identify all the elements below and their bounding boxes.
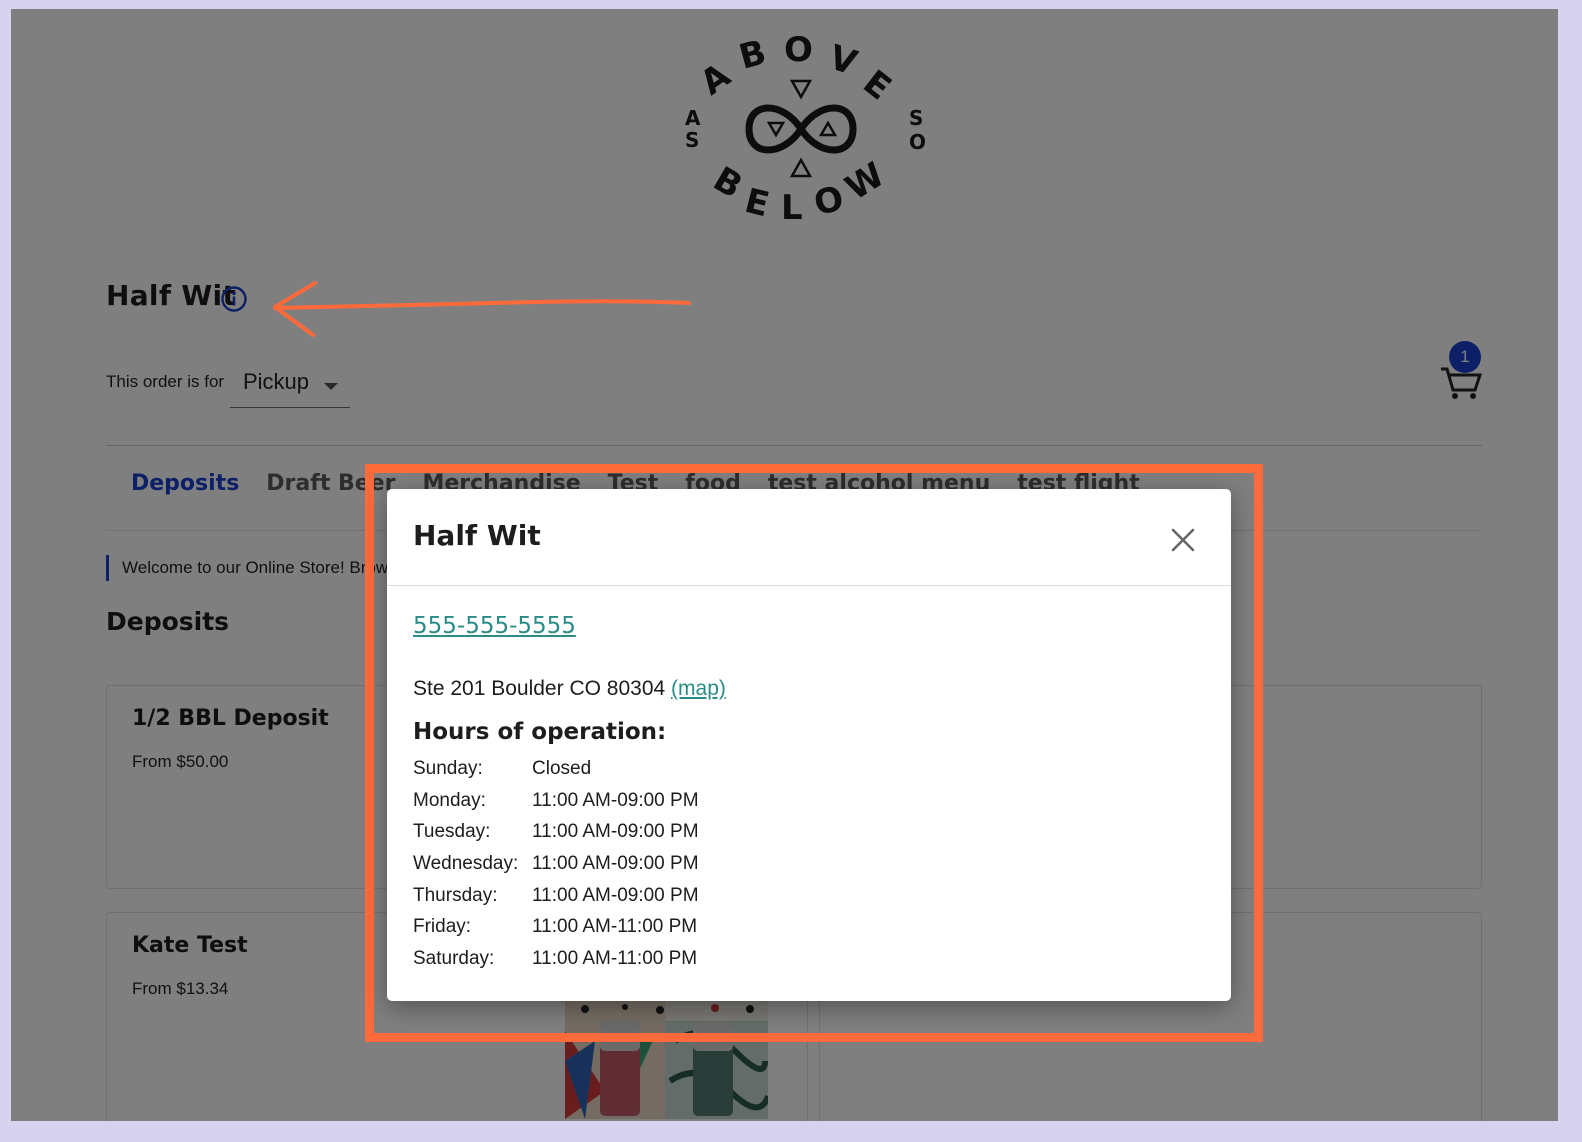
browser-viewport: A B O V E A S S O B E L O W Half Wit <box>11 9 1558 1121</box>
hours-day: Friday: <box>413 916 472 938</box>
hours-time: 11:00 AM-09:00 PM <box>532 789 699 811</box>
hours-row: Wednesday: 11:00 AM-09:00 PM <box>413 852 699 884</box>
hours-day: Wednesday: <box>413 853 519 875</box>
hours-row: Monday: 11:00 AM-09:00 PM <box>413 789 699 821</box>
phone-link[interactable]: 555-555-5555 <box>413 613 576 639</box>
hours-row: Saturday: 11:00 AM-11:00 PM <box>413 947 699 979</box>
hours-time: 11:00 AM-11:00 PM <box>532 916 698 938</box>
annotation-arrow <box>273 281 691 337</box>
divider <box>387 585 1231 586</box>
hours-time: 11:00 AM-11:00 PM <box>532 948 698 970</box>
hours-row: Thursday: 11:00 AM-09:00 PM <box>413 884 699 916</box>
hours-day: Thursday: <box>413 884 498 906</box>
hours-time: 11:00 AM-09:00 PM <box>532 884 699 906</box>
hours-row: Sunday: Closed <box>413 757 699 789</box>
hours-row: Friday: 11:00 AM-11:00 PM <box>413 915 699 947</box>
store-address: Ste 201 Boulder CO 80304 (map) <box>413 677 726 701</box>
hours-table: Sunday: Closed Monday: 11:00 AM-09:00 PM T… <box>413 757 699 979</box>
hours-time: Closed <box>532 758 592 779</box>
address-text: Ste 201 Boulder CO 80304 <box>413 677 666 700</box>
hours-day: Sunday: <box>413 758 483 779</box>
map-link[interactable]: (map) <box>671 677 726 700</box>
hours-heading: Hours of operation: <box>413 719 667 745</box>
hours-time: 11:00 AM-09:00 PM <box>532 821 699 843</box>
hours-day: Monday: <box>413 789 486 811</box>
store-page: A B O V E A S S O B E L O W Half Wit <box>11 9 1558 1121</box>
hours-row: Tuesday: 11:00 AM-09:00 PM <box>413 820 699 852</box>
hours-time: 11:00 AM-09:00 PM <box>532 853 699 875</box>
close-icon[interactable] <box>1170 527 1196 553</box>
modal-title: Half Wit <box>413 519 541 552</box>
hours-day: Saturday: <box>413 948 495 970</box>
store-info-modal: Half Wit 555-555-5555 Ste 201 Boulder CO… <box>387 489 1231 1001</box>
hours-day: Tuesday: <box>413 821 491 843</box>
